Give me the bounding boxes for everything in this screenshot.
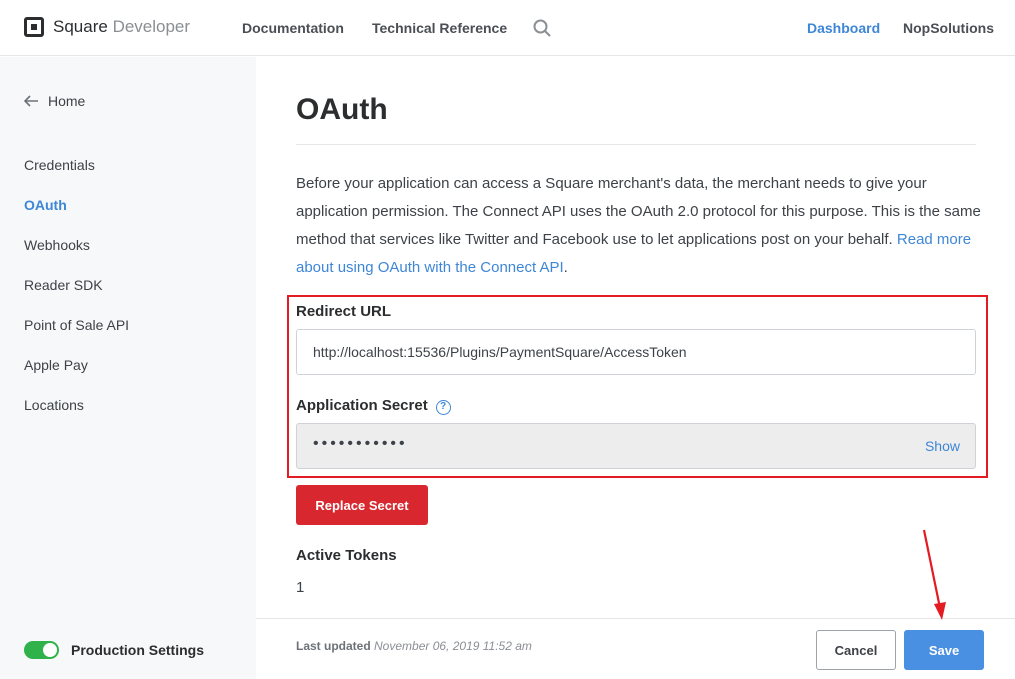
sidebar-item-credentials[interactable]: Credentials <box>24 157 95 173</box>
sidebar-item-locations[interactable]: Locations <box>24 397 84 413</box>
last-updated-label: Last updated <box>296 639 371 653</box>
nav-technical-reference[interactable]: Technical Reference <box>372 20 507 36</box>
active-tokens-label: Active Tokens <box>296 547 397 564</box>
production-settings-label: Production Settings <box>71 642 204 658</box>
brand-name: Square <box>53 17 108 36</box>
save-button[interactable]: Save <box>904 630 984 670</box>
account-menu[interactable]: NopSolutions <box>903 20 994 36</box>
title-divider <box>296 144 976 145</box>
cancel-button[interactable]: Cancel <box>816 630 896 670</box>
sidebar-home-link[interactable]: Home <box>24 93 85 109</box>
application-secret-label-row: Application Secret? <box>296 397 451 415</box>
sidebar-item-point-of-sale-api[interactable]: Point of Sale API <box>24 317 129 333</box>
application-secret-label: Application Secret <box>296 397 428 414</box>
help-icon[interactable]: ? <box>435 400 451 415</box>
application-secret-field[interactable]: ••••••••••• Show <box>296 423 976 469</box>
active-tokens-count: 1 <box>296 579 305 596</box>
masked-secret: ••••••••••• <box>313 435 408 452</box>
page-title: OAuth <box>296 93 388 126</box>
last-updated-timestamp: November 06, 2019 11:52 am <box>374 639 532 653</box>
sidebar-item-oauth[interactable]: OAuth <box>24 197 67 213</box>
arrow-left-icon <box>24 95 38 107</box>
last-updated: Last updated November 06, 2019 11:52 am <box>296 639 532 653</box>
footer-bar: Last updated November 06, 2019 11:52 am … <box>256 618 1015 679</box>
sidebar-item-reader-sdk[interactable]: Reader SDK <box>24 277 103 293</box>
sidebar-item-apple-pay[interactable]: Apple Pay <box>24 357 88 373</box>
nav-documentation[interactable]: Documentation <box>242 20 344 36</box>
nav-dashboard[interactable]: Dashboard <box>807 20 880 36</box>
production-settings-toggle[interactable] <box>24 641 59 659</box>
square-logo-icon <box>24 17 44 37</box>
replace-secret-button[interactable]: Replace Secret <box>296 485 428 525</box>
top-navigation-bar: Square Developer Documentation Technical… <box>0 0 1015 56</box>
show-secret-link[interactable]: Show <box>925 438 960 454</box>
brand-suffix: Developer <box>112 17 191 36</box>
production-settings-toggle-row: Production Settings <box>24 641 204 659</box>
sidebar-item-webhooks[interactable]: Webhooks <box>24 237 90 253</box>
search-icon[interactable] <box>533 19 551 37</box>
sidebar-home-label: Home <box>48 93 86 109</box>
redirect-url-input[interactable] <box>296 329 976 375</box>
annotation-arrow-icon <box>922 529 946 620</box>
sidebar: Home Credentials OAuth Webhooks Reader S… <box>0 57 256 679</box>
oauth-description: Before your application can access a Squ… <box>296 175 981 276</box>
redirect-url-label: Redirect URL <box>296 303 392 320</box>
square-developer-logo[interactable]: Square Developer <box>24 17 190 37</box>
